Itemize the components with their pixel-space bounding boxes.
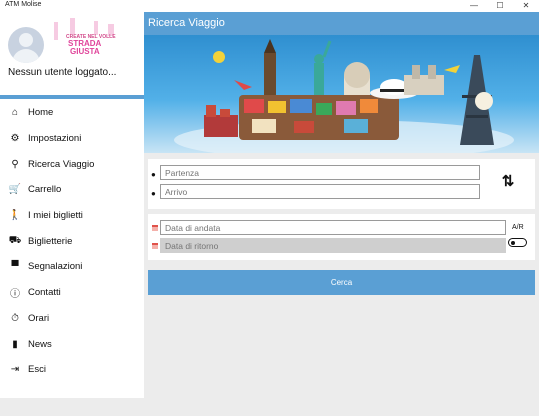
search-icon: ⚲ <box>11 158 19 170</box>
logo-tower-right <box>94 21 98 35</box>
sidebar-item-label: Contatti <box>28 287 61 299</box>
walking-person-icon: 🚶 <box>8 210 22 222</box>
sidebar-item-label: News <box>28 338 52 350</box>
page-title: Ricerca Viaggio <box>148 17 225 29</box>
sidebar-item-segnalazioni[interactable]: ▀ Segnalazioni <box>0 254 144 280</box>
travel-banner-image <box>144 35 539 153</box>
close-button[interactable]: ✕ <box>513 0 539 12</box>
title-bar: ATM Molise — ☐ ✕ <box>0 0 539 12</box>
app-logo: CREATE NEL VOLLE STRADA GIUSTA <box>44 16 128 70</box>
sidebar-item-impostazioni[interactable]: ⚙ Impostazioni <box>0 126 144 152</box>
arrival-input[interactable] <box>160 184 480 199</box>
sidebar-item-carrello[interactable]: 🛒 Carrello <box>0 177 144 203</box>
sidebar-item-ricerca-viaggio[interactable]: ⚲ Ricerca Viaggio <box>0 151 144 177</box>
calendar-icon <box>152 225 158 231</box>
sidebar-item-label: Esci <box>28 364 46 376</box>
sidebar-item-esci[interactable]: ⇥ Esci <box>0 357 144 383</box>
sidebar-item-label: I miei biglietti <box>28 210 83 222</box>
sidebar-nav: ⌂ Home ⚙ Impostazioni ⚲ Ricerca Viaggio … <box>0 100 144 383</box>
sidebar: CREATE NEL VOLLE STRADA GIUSTA Nessun ut… <box>0 12 144 398</box>
departure-input[interactable] <box>160 165 480 180</box>
sidebar-item-i-miei-biglietti[interactable]: 🚶 I miei biglietti <box>0 203 144 229</box>
avatar-body <box>12 49 40 63</box>
avatar-head <box>19 33 33 47</box>
sidebar-item-biglietterie[interactable]: ⛟ Biglietterie <box>0 228 144 254</box>
location-pin-icon: ● <box>151 170 156 179</box>
logo-tower-center <box>70 18 75 34</box>
sidebar-item-label: Orari <box>28 312 50 324</box>
logo-tower-left <box>54 22 58 40</box>
avatar[interactable] <box>8 27 44 63</box>
sidebar-item-home[interactable]: ⌂ Home <box>0 100 144 126</box>
message-icon: ▀ <box>11 261 19 273</box>
logout-icon: ⇥ <box>10 364 20 376</box>
sidebar-item-label: Carrello <box>28 184 62 196</box>
profile-divider <box>0 95 144 99</box>
document-icon: ▮ <box>12 338 18 350</box>
sidebar-item-label: Segnalazioni <box>28 261 83 273</box>
cart-icon: 🛒 <box>8 184 22 196</box>
maximize-button[interactable]: ☐ <box>487 0 513 12</box>
return-date-input[interactable] <box>160 238 506 253</box>
settings-icon: ⚙ <box>10 133 20 145</box>
main-content: Ricerca Viaggio ● Partenza ● Arrivo ⇅ Da… <box>144 12 539 398</box>
ticket-office-icon: ⛟ <box>8 234 22 246</box>
home-icon: ⌂ <box>11 107 19 119</box>
username-label: Nessun utente loggato... <box>8 67 117 78</box>
toggle-knob <box>511 240 515 245</box>
sidebar-item-label: Biglietterie <box>28 235 73 247</box>
sidebar-item-label: Ricerca Viaggio <box>28 158 95 170</box>
location-pin-icon: ● <box>151 189 156 198</box>
outbound-date-input[interactable] <box>160 220 506 235</box>
sidebar-item-orari[interactable]: ⏱ Orari <box>0 306 144 332</box>
round-trip-toggle[interactable] <box>508 238 527 247</box>
app-title: ATM Molise <box>5 1 42 8</box>
search-button[interactable]: Cerca <box>148 270 535 295</box>
sidebar-item-label: Impostazioni <box>28 133 82 145</box>
clock-icon: ⏱ <box>11 312 19 324</box>
bottom-strip <box>0 398 539 416</box>
calendar-icon <box>152 243 158 249</box>
logo-text-giusta: GIUSTA <box>70 47 100 56</box>
round-trip-label: A/R <box>512 224 524 231</box>
profile-header: CREATE NEL VOLLE STRADA GIUSTA Nessun ut… <box>0 12 144 96</box>
minimize-button[interactable]: — <box>461 0 487 12</box>
swap-stations-button[interactable]: ⇅ <box>500 172 516 192</box>
travel-illustration <box>174 39 514 153</box>
route-card: ● ● ⇅ <box>148 159 535 209</box>
info-icon: ⓘ <box>10 289 20 301</box>
page-header: Ricerca Viaggio <box>144 12 539 35</box>
sidebar-item-label: Home <box>28 107 54 119</box>
sidebar-item-contatti[interactable]: ⓘ Contatti <box>0 280 144 306</box>
dates-card: A/R <box>148 214 535 260</box>
sidebar-item-news[interactable]: ▮ News <box>0 331 144 357</box>
